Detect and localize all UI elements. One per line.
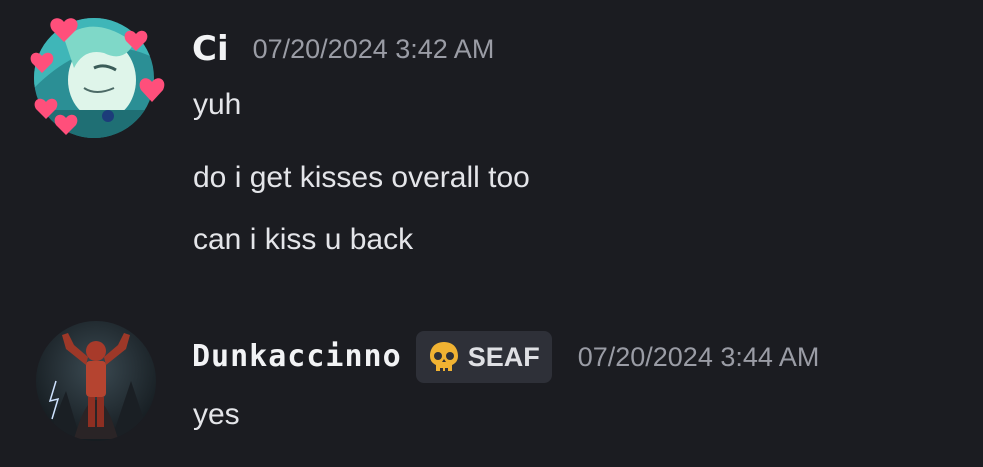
message-header: Dunkaccinno SEAF 07/20/2024 3:44 AM <box>192 330 819 384</box>
message-header: Ci 07/20/2024 3:42 AM <box>192 26 494 72</box>
server-tag[interactable]: SEAF <box>415 331 552 383</box>
avatar[interactable] <box>30 18 165 138</box>
tag-label: SEAF <box>467 342 540 372</box>
message-text: can i kiss u back <box>193 223 414 256</box>
username[interactable]: Dunkaccinno <box>192 334 402 380</box>
username[interactable]: Ci <box>192 26 229 72</box>
message-text: do i get kisses overall too <box>193 161 530 194</box>
timestamp[interactable]: 07/20/2024 3:42 AM <box>253 26 495 72</box>
timestamp[interactable]: 07/20/2024 3:44 AM <box>578 334 820 380</box>
message-text: yuh <box>193 88 242 121</box>
chat-log: Ci 07/20/2024 3:42 AM yuh do i get kisse… <box>0 0 983 467</box>
heart-icon <box>30 18 165 135</box>
hero-figure-avatar-icon <box>36 321 156 441</box>
avatar[interactable] <box>36 321 156 441</box>
skull-icon <box>426 339 462 375</box>
message-text: yes <box>193 398 240 431</box>
